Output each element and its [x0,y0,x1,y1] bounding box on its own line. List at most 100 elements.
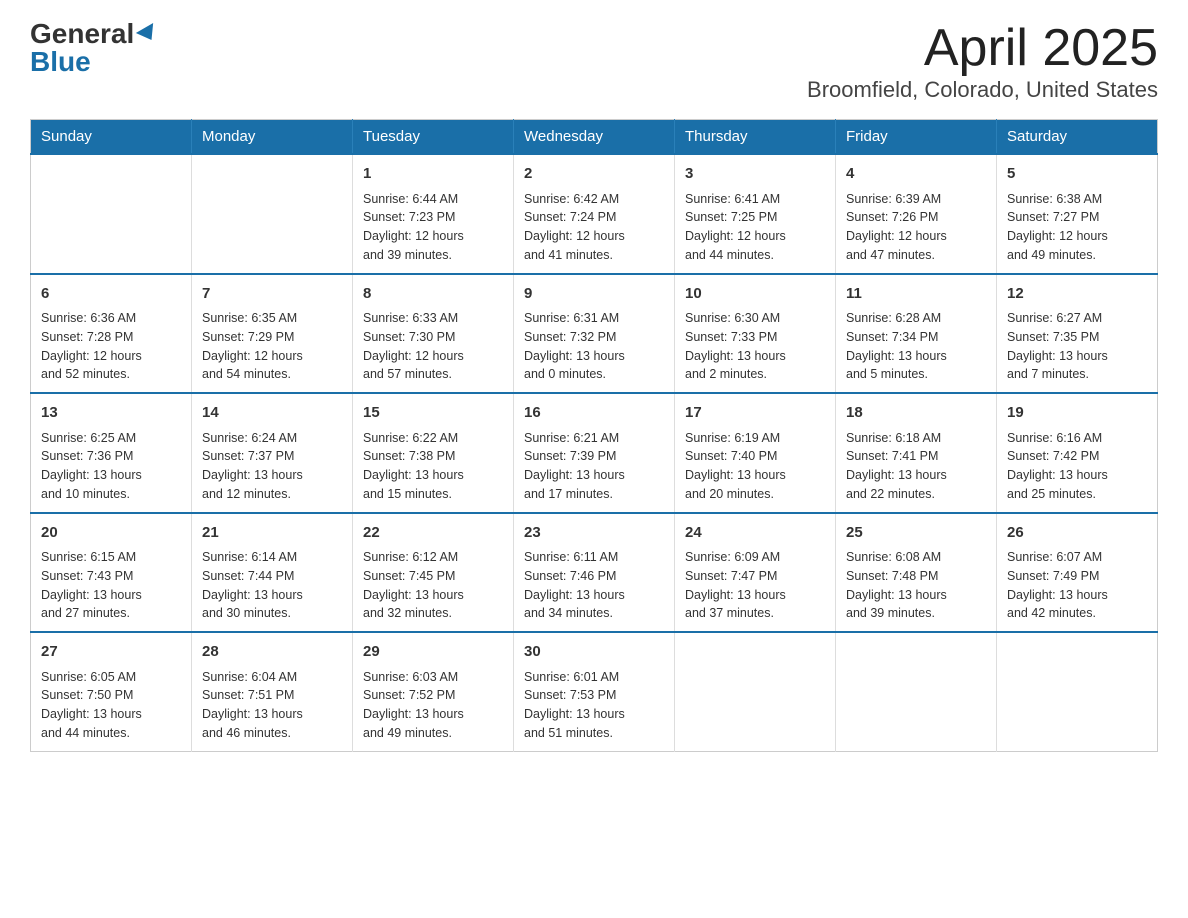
calendar-day-cell: 29Sunrise: 6:03 AM Sunset: 7:52 PM Dayli… [353,632,514,751]
calendar-day-cell: 14 Sunrise: 6:24 AM Sunset: 7:37 PM Dayli… [192,393,353,513]
calendar-day-cell [836,632,997,751]
day-number: 1 [363,163,503,186]
col-thursday: Thursday [675,120,836,155]
calendar-week-row: 1 Sunrise: 6:44 AM Sunset: 7:23 PM Daylig… [31,154,1158,274]
calendar-day-cell: 2 Sunrise: 6:42 AM Sunset: 7:24 PM Daylig… [514,154,675,274]
day-info: Sunrise: 6:38 AM Sunset: 7:27 PM Dayligh… [1007,190,1147,265]
day-number: 8 [363,283,503,306]
day-number: 13 [41,402,181,425]
day-number: 23 [524,522,664,545]
day-info: Sunrise: 6:25 AM Sunset: 7:36 PM Dayligh… [41,429,181,504]
day-number: 26 [1007,522,1147,545]
day-number: 2 [524,163,664,186]
calendar-day-cell: 23 Sunrise: 6:11 AM Sunset: 7:46 PM Dayli… [514,513,675,633]
day-number: 20 [41,522,181,545]
day-info: Sunrise: 6:42 AM Sunset: 7:24 PM Dayligh… [524,190,664,265]
day-info: Sunrise: 6:16 AM Sunset: 7:42 PM Dayligh… [1007,429,1147,504]
day-number: 4 [846,163,986,186]
calendar-body: 1 Sunrise: 6:44 AM Sunset: 7:23 PM Daylig… [31,154,1158,751]
calendar-day-cell: 15 Sunrise: 6:22 AM Sunset: 7:38 PM Dayli… [353,393,514,513]
calendar-day-cell: 16 Sunrise: 6:21 AM Sunset: 7:39 PM Dayli… [514,393,675,513]
day-number: 14 [202,402,342,425]
day-info: Sunrise: 6:07 AM Sunset: 7:49 PM Dayligh… [1007,548,1147,623]
day-number: 24 [685,522,825,545]
calendar-day-cell: 4 Sunrise: 6:39 AM Sunset: 7:26 PM Daylig… [836,154,997,274]
calendar-day-cell: 5 Sunrise: 6:38 AM Sunset: 7:27 PM Daylig… [997,154,1158,274]
calendar-day-cell: 19 Sunrise: 6:16 AM Sunset: 7:42 PM Dayli… [997,393,1158,513]
calendar-day-cell: 11 Sunrise: 6:28 AM Sunset: 7:34 PM Dayli… [836,274,997,394]
calendar-day-cell: 20 Sunrise: 6:15 AM Sunset: 7:43 PM Dayli… [31,513,192,633]
page-header: General Blue April 2025 Broomfield, Colo… [30,20,1158,103]
day-number: 16 [524,402,664,425]
day-info: Sunrise: 6:36 AM Sunset: 7:28 PM Dayligh… [41,309,181,384]
calendar-day-cell: 24 Sunrise: 6:09 AM Sunset: 7:47 PM Dayli… [675,513,836,633]
day-info: Sunrise: 6:30 AM Sunset: 7:33 PM Dayligh… [685,309,825,384]
col-sunday: Sunday [31,120,192,155]
page-title: April 2025 [807,20,1158,77]
calendar-day-cell: 22 Sunrise: 6:12 AM Sunset: 7:45 PM Dayli… [353,513,514,633]
calendar-day-cell: 28Sunrise: 6:04 AM Sunset: 7:51 PM Dayli… [192,632,353,751]
calendar-day-cell: 1 Sunrise: 6:44 AM Sunset: 7:23 PM Daylig… [353,154,514,274]
calendar-day-cell [997,632,1158,751]
day-info: Sunrise: 6:01 AM Sunset: 7:53 PM Dayligh… [524,668,664,743]
calendar-table: Sunday Monday Tuesday Wednesday Thursday… [30,119,1158,752]
day-info: Sunrise: 6:27 AM Sunset: 7:35 PM Dayligh… [1007,309,1147,384]
col-tuesday: Tuesday [353,120,514,155]
day-number: 30 [524,641,664,664]
calendar-day-cell: 30 Sunrise: 6:01 AM Sunset: 7:53 PM Dayli… [514,632,675,751]
day-number: 6 [41,283,181,306]
col-monday: Monday [192,120,353,155]
title-area: April 2025 Broomfield, Colorado, United … [807,20,1158,103]
day-number: 19 [1007,402,1147,425]
logo-arrow-icon [136,23,160,45]
logo: General Blue [30,20,158,76]
day-info: Sunrise: 6:04 AM Sunset: 7:51 PM Dayligh… [202,668,342,743]
day-info: Sunrise: 6:44 AM Sunset: 7:23 PM Dayligh… [363,190,503,265]
day-info: Sunrise: 6:03 AM Sunset: 7:52 PM Dayligh… [363,668,503,743]
calendar-day-cell: 6 Sunrise: 6:36 AM Sunset: 7:28 PM Daylig… [31,274,192,394]
calendar-day-cell: 13 Sunrise: 6:25 AM Sunset: 7:36 PM Dayli… [31,393,192,513]
day-info: Sunrise: 6:14 AM Sunset: 7:44 PM Dayligh… [202,548,342,623]
calendar-week-row: 6 Sunrise: 6:36 AM Sunset: 7:28 PM Daylig… [31,274,1158,394]
day-info: Sunrise: 6:35 AM Sunset: 7:29 PM Dayligh… [202,309,342,384]
calendar-day-cell: 10Sunrise: 6:30 AM Sunset: 7:33 PM Dayli… [675,274,836,394]
day-number: 12 [1007,283,1147,306]
logo-blue-text: Blue [30,48,91,76]
calendar-day-cell: 12 Sunrise: 6:27 AM Sunset: 7:35 PM Dayli… [997,274,1158,394]
calendar-day-cell [192,154,353,274]
day-number: 7 [202,283,342,306]
day-info: Sunrise: 6:11 AM Sunset: 7:46 PM Dayligh… [524,548,664,623]
day-number: 18 [846,402,986,425]
day-number: 22 [363,522,503,545]
day-info: Sunrise: 6:05 AM Sunset: 7:50 PM Dayligh… [41,668,181,743]
calendar-day-cell: 3 Sunrise: 6:41 AM Sunset: 7:25 PM Daylig… [675,154,836,274]
calendar-day-cell: 26 Sunrise: 6:07 AM Sunset: 7:49 PM Dayli… [997,513,1158,633]
day-info: Sunrise: 6:33 AM Sunset: 7:30 PM Dayligh… [363,309,503,384]
day-number: 15 [363,402,503,425]
day-info: Sunrise: 6:41 AM Sunset: 7:25 PM Dayligh… [685,190,825,265]
day-info: Sunrise: 6:21 AM Sunset: 7:39 PM Dayligh… [524,429,664,504]
col-wednesday: Wednesday [514,120,675,155]
day-info: Sunrise: 6:15 AM Sunset: 7:43 PM Dayligh… [41,548,181,623]
day-number: 17 [685,402,825,425]
day-info: Sunrise: 6:19 AM Sunset: 7:40 PM Dayligh… [685,429,825,504]
day-info: Sunrise: 6:18 AM Sunset: 7:41 PM Dayligh… [846,429,986,504]
calendar-day-cell [675,632,836,751]
day-number: 5 [1007,163,1147,186]
day-info: Sunrise: 6:39 AM Sunset: 7:26 PM Dayligh… [846,190,986,265]
day-info: Sunrise: 6:09 AM Sunset: 7:47 PM Dayligh… [685,548,825,623]
calendar-day-cell: 7 Sunrise: 6:35 AM Sunset: 7:29 PM Daylig… [192,274,353,394]
day-info: Sunrise: 6:24 AM Sunset: 7:37 PM Dayligh… [202,429,342,504]
day-info: Sunrise: 6:12 AM Sunset: 7:45 PM Dayligh… [363,548,503,623]
calendar-day-cell: 25Sunrise: 6:08 AM Sunset: 7:48 PM Dayli… [836,513,997,633]
day-info: Sunrise: 6:31 AM Sunset: 7:32 PM Dayligh… [524,309,664,384]
days-of-week-row: Sunday Monday Tuesday Wednesday Thursday… [31,120,1158,155]
calendar-week-row: 20 Sunrise: 6:15 AM Sunset: 7:43 PM Dayli… [31,513,1158,633]
day-info: Sunrise: 6:28 AM Sunset: 7:34 PM Dayligh… [846,309,986,384]
day-number: 11 [846,283,986,306]
day-number: 3 [685,163,825,186]
calendar-day-cell: 8 Sunrise: 6:33 AM Sunset: 7:30 PM Daylig… [353,274,514,394]
day-number: 21 [202,522,342,545]
calendar-header: Sunday Monday Tuesday Wednesday Thursday… [31,120,1158,155]
day-info: Sunrise: 6:22 AM Sunset: 7:38 PM Dayligh… [363,429,503,504]
